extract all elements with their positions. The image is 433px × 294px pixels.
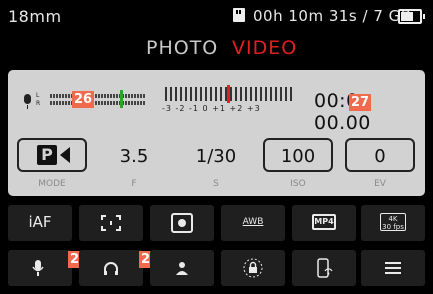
tab-photo[interactable]: PHOTO <box>146 37 218 59</box>
metering-button[interactable] <box>150 205 214 241</box>
microphone-button[interactable] <box>8 250 72 286</box>
iso-setting[interactable]: 100 ISO <box>258 133 338 196</box>
menu-button[interactable] <box>361 250 425 286</box>
tab-video[interactable]: VIDEO <box>232 37 297 59</box>
microphone-icon <box>24 94 31 109</box>
af-mode-label: iAF <box>28 213 52 231</box>
smartphone-wifi-icon <box>317 258 333 278</box>
file-format-label: MP4 <box>312 214 336 230</box>
file-format-button[interactable]: MP4 <box>292 205 356 241</box>
af-mode-button[interactable]: iAF <box>8 205 72 241</box>
resolution-label: 4K <box>388 215 398 223</box>
aperture-setting[interactable]: 3.5 F <box>94 133 174 196</box>
ev-setting[interactable]: 0 EV <box>340 133 420 196</box>
sd-card-icon <box>233 8 245 22</box>
audio-level-marker <box>120 90 123 108</box>
mode-setting[interactable]: P MODE <box>12 133 92 196</box>
lock-settings-button[interactable] <box>221 250 285 286</box>
timecode-suffix: 00.00 <box>314 112 371 134</box>
exposure-settings-row: P MODE 3.5 F 1/30 S 100 ISO 0 EV <box>8 133 425 196</box>
exposure-scale <box>165 87 295 101</box>
program-mode-icon: P <box>37 145 57 165</box>
video-resolution-button[interactable]: 4K 30 fps <box>361 205 425 241</box>
aperture-value: 3.5 <box>119 146 149 167</box>
exposure-scale-labels: -3 -2 -1 0 +1 +2 +3 <box>162 104 261 113</box>
channel-right-label: R <box>36 100 41 107</box>
headphones-icon <box>104 262 118 275</box>
battery-icon <box>398 9 425 24</box>
focal-length: 18mm <box>8 7 62 26</box>
af-field-button[interactable] <box>79 205 143 241</box>
shutter-value: 1/30 <box>195 146 237 167</box>
audio-level-meter-left <box>50 94 146 98</box>
shutter-setting[interactable]: 1/30 S <box>176 133 256 196</box>
user-profile-button[interactable] <box>150 250 214 286</box>
white-balance-button[interactable]: AWB <box>221 205 285 241</box>
ev-value: 0 <box>374 146 386 167</box>
mode-button[interactable]: P <box>17 138 87 172</box>
hamburger-menu-icon <box>385 262 401 274</box>
shutter-label: S <box>213 179 219 189</box>
audio-channel-labels: L R <box>36 92 40 108</box>
callout-label: 27 <box>349 94 372 111</box>
status-bar: 18mm 00h 10m 31s / 7 GB <box>0 0 433 34</box>
white-balance-label: AWB <box>242 217 264 227</box>
microphone-icon <box>32 260 44 276</box>
phone-connect-button[interactable] <box>292 250 356 286</box>
channel-left-label: L <box>36 92 40 99</box>
capture-mode-tabs: PHOTO VIDEO <box>0 37 433 63</box>
framerate-label: 30 fps <box>382 223 404 231</box>
focus-frame-icon <box>101 215 121 231</box>
iso-value: 100 <box>280 146 316 167</box>
function-button-grid: iAF AWB MP4 4K 30 fps 28 29 <box>8 205 425 289</box>
audio-level-meter-right <box>50 101 146 105</box>
storage-remaining: 00h 10m 31s / 7 GB <box>253 7 412 25</box>
ev-label: EV <box>374 179 386 189</box>
person-icon <box>176 262 188 275</box>
video-resolution-icon: 4K 30 fps <box>380 213 406 231</box>
video-camera-icon <box>60 147 70 163</box>
aperture-label: F <box>131 179 137 189</box>
mode-label: MODE <box>38 179 66 189</box>
iso-label: ISO <box>290 179 306 189</box>
metering-icon <box>171 213 193 233</box>
exposure-scale-marker <box>227 85 230 103</box>
status-panel: L R 26 -3 -2 -1 0 +1 +2 +3 00:000.00 27 … <box>8 70 425 196</box>
headphones-button[interactable] <box>79 250 143 286</box>
lock-icon <box>243 258 263 278</box>
callout-label: 26 <box>72 91 95 108</box>
